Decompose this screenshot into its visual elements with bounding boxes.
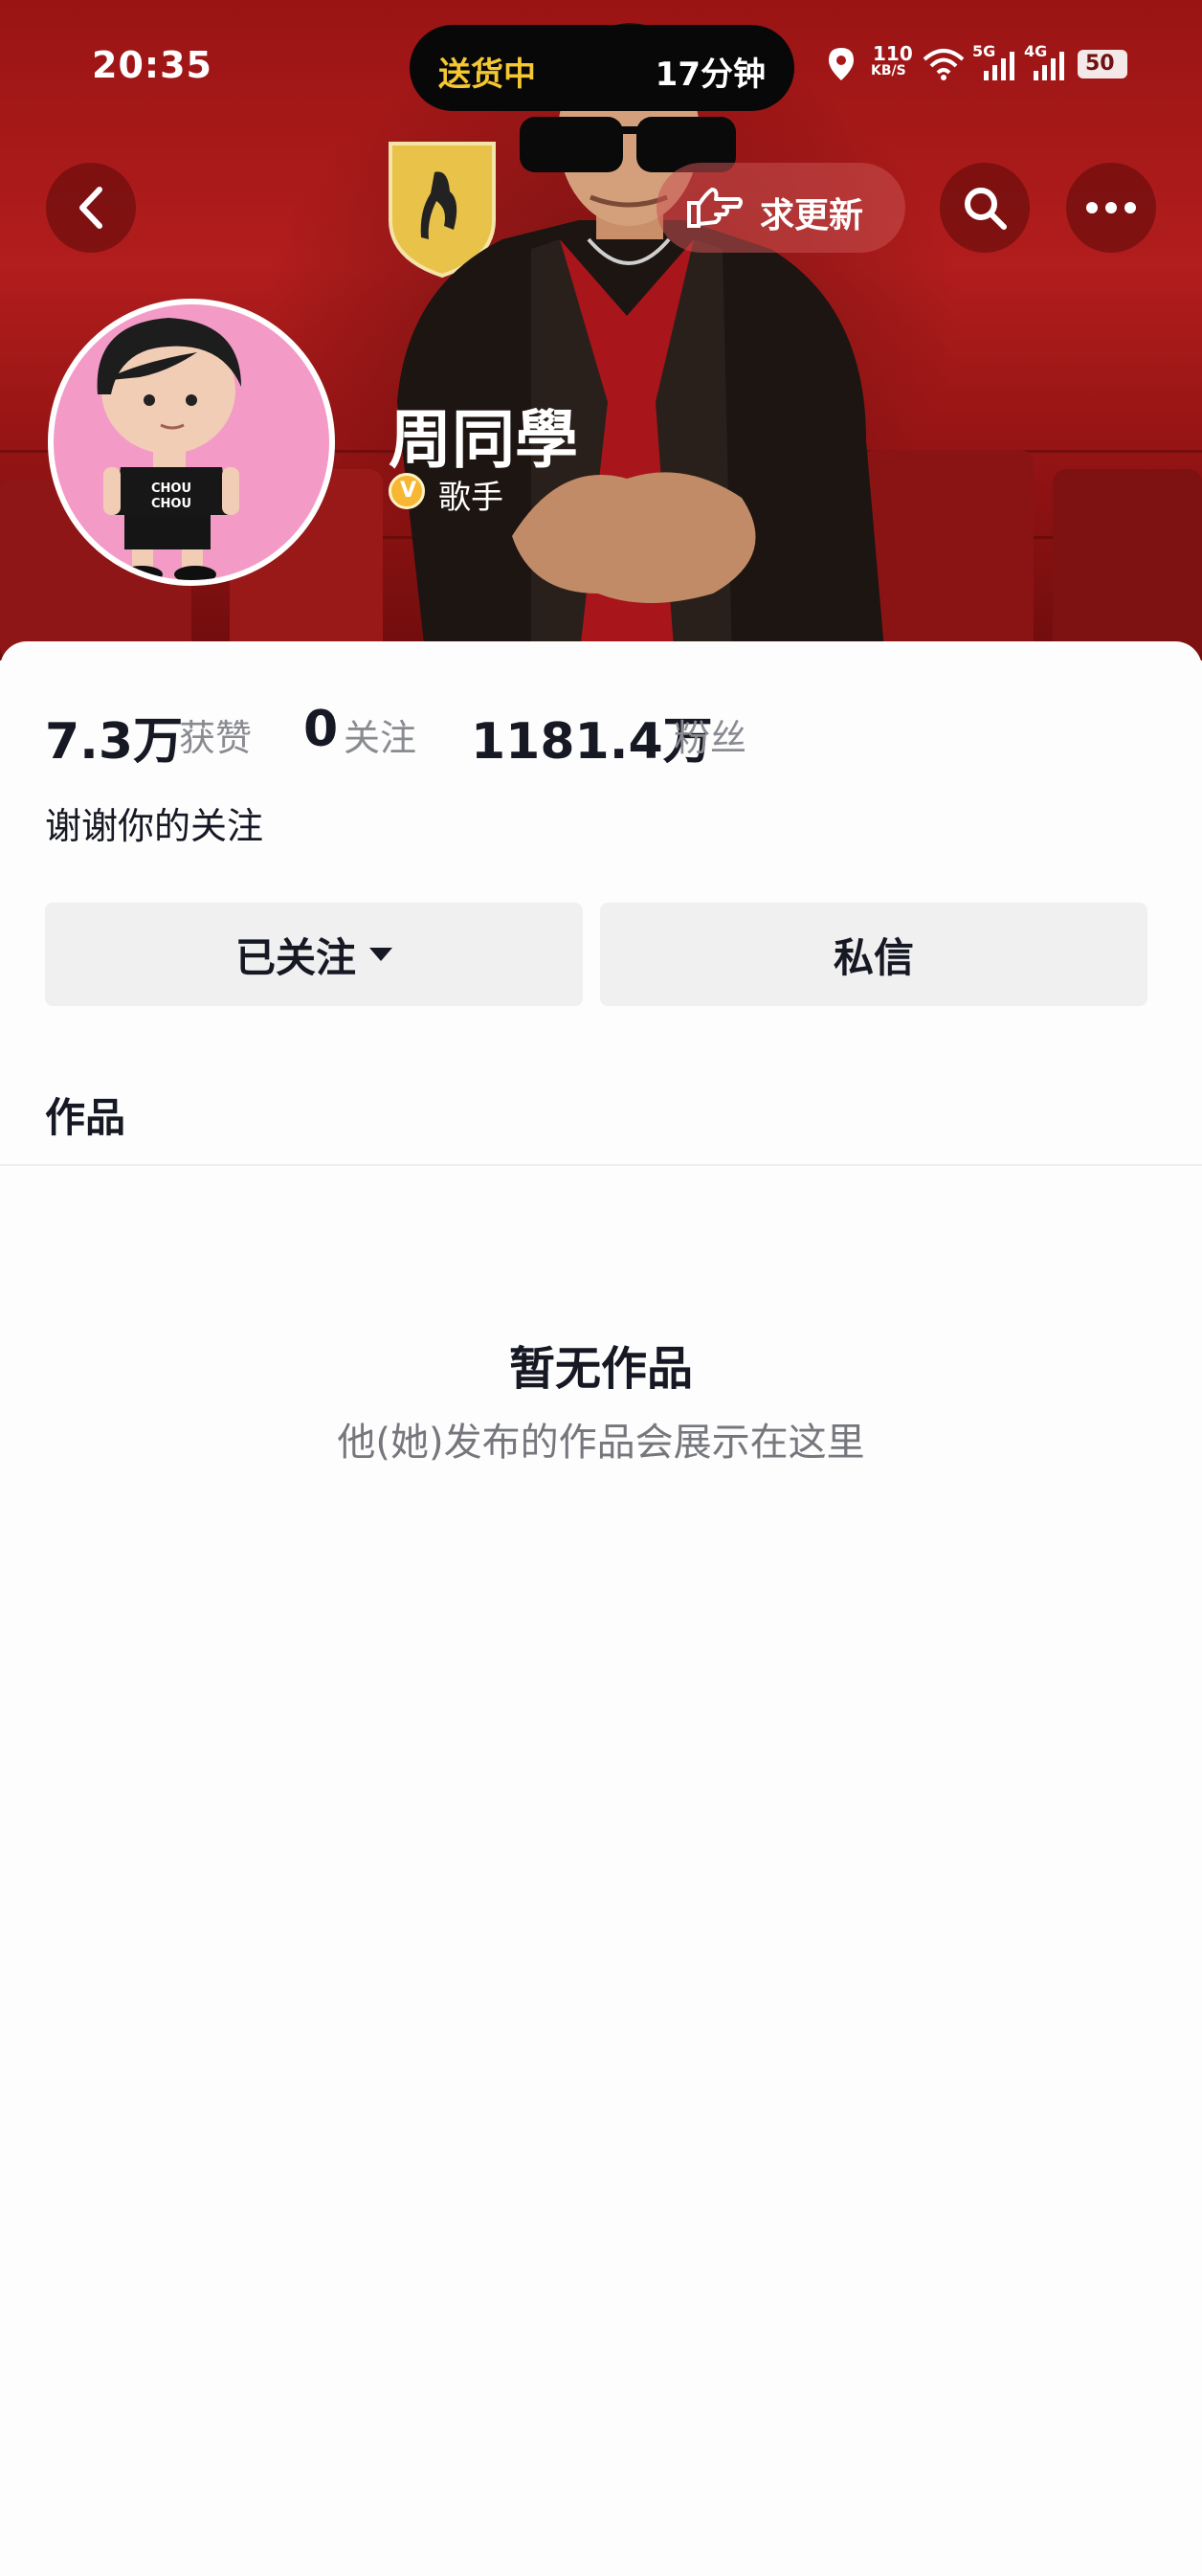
back-button[interactable]	[46, 163, 136, 253]
avatar[interactable]: CHOU CHOU	[48, 299, 335, 586]
wifi-icon	[923, 49, 965, 80]
location-icon	[829, 48, 854, 80]
finger-point-icon	[687, 188, 743, 228]
svg-text:CHOU: CHOU	[151, 497, 191, 511]
back-icon	[79, 187, 102, 229]
battery-icon: 50	[1078, 50, 1127, 78]
more-button[interactable]	[1066, 163, 1156, 253]
message-button[interactable]: 私信	[600, 903, 1147, 1006]
request-update-label: 求更新	[760, 196, 864, 235]
delivery-eta: 17分钟	[655, 56, 766, 94]
following-button-label: 已关注	[234, 933, 356, 981]
tab-divider	[0, 1164, 1202, 1166]
verified-badge-icon: V	[389, 473, 425, 509]
signal-5g-icon	[984, 52, 1014, 80]
following-count[interactable]: 0	[303, 701, 338, 758]
status-time: 20:35	[92, 44, 212, 86]
search-button[interactable]	[940, 163, 1030, 253]
profile-name: 周同學	[389, 403, 578, 477]
likes-count[interactable]: 7.3万	[45, 701, 183, 773]
request-update-button[interactable]: 求更新	[657, 163, 905, 253]
battery-level: 50	[1085, 52, 1115, 76]
net-speed-unit: KB/S	[871, 63, 906, 78]
message-button-label: 私信	[833, 933, 914, 981]
likes-label: 获赞	[179, 717, 253, 759]
status-icons: 110 KB/S 5G 4G 50	[827, 42, 1143, 86]
empty-state-title: 暂无作品	[508, 1342, 693, 1396]
followers-label: 粉丝	[674, 717, 747, 759]
following-button[interactable]: 已关注	[45, 903, 583, 1006]
dynamic-island-delivery[interactable]: 送货中 17分钟	[410, 25, 794, 111]
search-icon	[965, 188, 1007, 230]
badge-letter: V	[400, 479, 417, 503]
avatar-figure-image: CHOU CHOU	[97, 318, 241, 580]
more-icon	[1086, 202, 1136, 213]
profile-role: 歌手	[438, 479, 503, 517]
caret-down-icon	[369, 948, 392, 961]
empty-state-subtitle: 他(她)发布的作品会展示在这里	[337, 1421, 865, 1465]
tab-works[interactable]: 作品	[45, 1086, 125, 1144]
signal-4g-icon	[1034, 52, 1064, 80]
following-label: 关注	[344, 717, 417, 759]
delivery-status: 送货中	[438, 56, 536, 94]
profile-bio: 谢谢你的关注	[45, 805, 264, 847]
svg-text:CHOU: CHOU	[151, 482, 191, 496]
net-speed-value: 110	[873, 42, 913, 65]
